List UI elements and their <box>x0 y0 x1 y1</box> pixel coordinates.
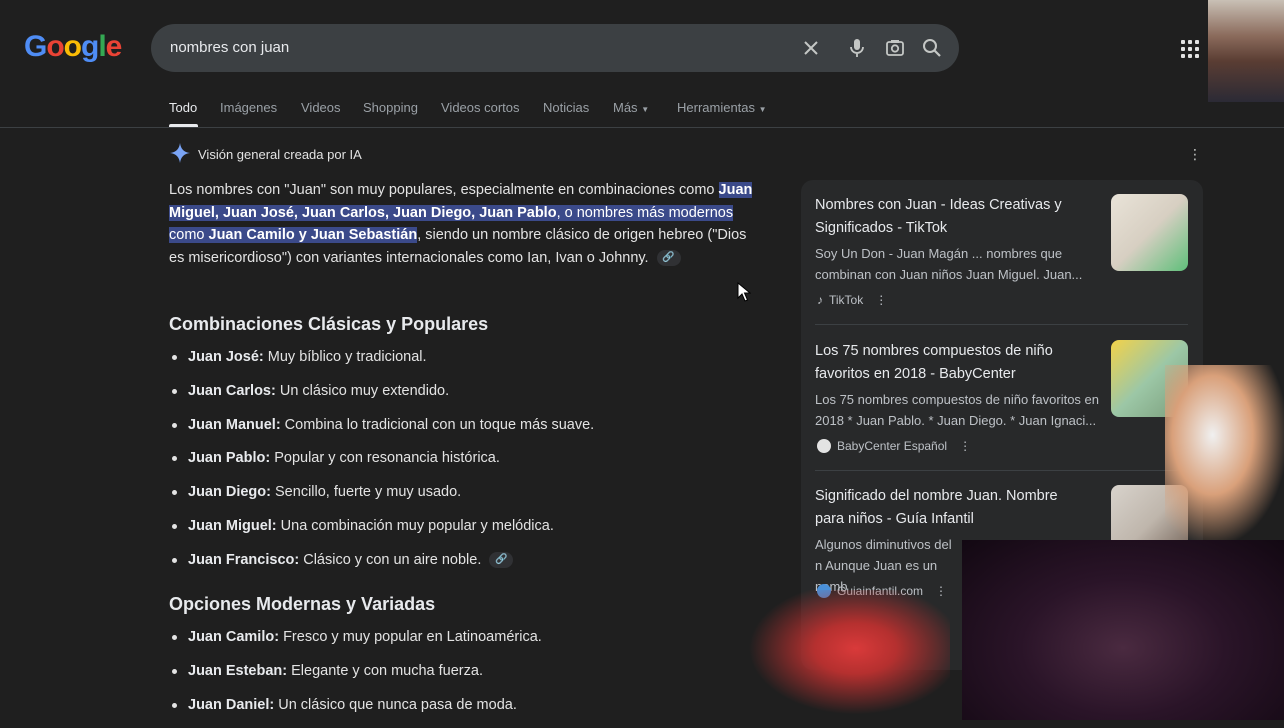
microphone-icon[interactable] <box>845 36 869 60</box>
list-item: Juan Pablo: Popular y con resonancia his… <box>169 448 759 482</box>
ai-overview-header: Visión general creada por IA <box>170 142 362 166</box>
item-desc: Sencillo, fuerte y muy usado. <box>270 484 462 501</box>
item-name: Juan Miguel: <box>188 517 277 534</box>
mouse-cursor-icon <box>737 281 752 307</box>
chevron-down-icon: ▼ <box>758 105 767 114</box>
tab-videos-cortos[interactable]: Videos cortos <box>441 100 520 115</box>
item-name: Juan José: <box>188 349 264 365</box>
source-card-title[interactable]: Nombres con Juan - Ideas Creativas y Sig… <box>815 194 1085 239</box>
ai-overview-paragraph: Los nombres con "Juan" son muy populares… <box>169 179 759 269</box>
item-name: Juan Carlos: <box>188 382 276 399</box>
source-card-snippet: Los 75 nombres compuestos de niño favori… <box>815 392 1100 428</box>
ai-overview-title: Visión general creada por IA <box>198 146 362 162</box>
google-logo[interactable]: Google <box>24 30 122 64</box>
overlay-player-sticker <box>740 590 950 720</box>
more-options-icon[interactable]: ⋮ <box>959 439 971 453</box>
tab-mas[interactable]: Más ▼ <box>613 100 649 115</box>
link-icon[interactable]: 🔗 <box>656 249 681 266</box>
card-divider <box>815 470 1188 471</box>
item-desc: Combina lo tradicional con un toque más … <box>280 416 595 433</box>
item-name: Juan Camilo: <box>188 629 280 645</box>
source-card-source[interactable]: BabyCenter Español ⋮ <box>817 439 971 453</box>
search-tabs: Todo Imágenes Videos Shopping Videos cor… <box>0 100 1284 120</box>
header-divider <box>0 127 1284 128</box>
tab-imagenes[interactable]: Imágenes <box>220 100 277 115</box>
list-item: Juan Francisco: Clásico y con un aire no… <box>169 550 759 584</box>
item-desc: Un clásico muy extendido. <box>275 382 450 399</box>
list-item: Juan José: Muy bíblico y tradicional. <box>169 347 759 381</box>
item-desc: Muy bíblico y tradicional. <box>263 349 427 365</box>
thumbnail-image[interactable] <box>1111 194 1188 271</box>
tiktok-icon: ♪ <box>817 293 823 307</box>
more-options-icon[interactable]: ⋮ <box>875 293 887 307</box>
search-icon[interactable] <box>920 36 944 60</box>
section-title-modern: Opciones Modernas y Variadas <box>169 594 436 614</box>
tab-todo[interactable]: Todo <box>169 100 197 115</box>
list-item: Juan Manuel: Combina lo tradicional con … <box>169 415 759 449</box>
item-name: Juan Manuel: <box>188 416 281 433</box>
item-name: Juan Francisco: <box>188 551 300 568</box>
source-name: BabyCenter Español <box>837 439 948 453</box>
source-name: TikTok <box>829 293 864 307</box>
item-desc: Un clásico que nunca pasa de moda. <box>274 696 517 713</box>
item-name: Juan Daniel: <box>188 696 275 713</box>
list-item: Juan Daniel: Un clásico que nunca pasa d… <box>169 695 759 728</box>
webcam-overlay <box>962 540 1284 720</box>
item-desc: Una combinación muy popular y melódica. <box>276 517 554 534</box>
item-name: Juan Pablo: <box>188 450 271 467</box>
clear-icon[interactable] <box>799 36 823 60</box>
section-title-classic: Combinaciones Clásicas y Populares <box>169 314 489 334</box>
item-desc: Fresco y muy popular en Latinoamérica. <box>279 629 542 645</box>
source-card-title[interactable]: Significado del nombre Juan. Nombre para… <box>815 485 1085 530</box>
list-item: Juan Miguel: Una combinación muy popular… <box>169 516 759 550</box>
item-name: Juan Diego: <box>188 484 271 501</box>
sparkle-icon <box>170 142 190 166</box>
source-card-snippet: Soy Un Don - Juan Magán ... nombres que … <box>815 246 1083 282</box>
card-divider <box>815 324 1188 325</box>
tab-mas-label: Más <box>613 100 638 115</box>
tab-videos[interactable]: Videos <box>301 100 341 115</box>
highlight-names-2: Juan Camilo y Juan Sebastián <box>208 227 418 243</box>
item-name: Juan Esteban: <box>188 662 288 679</box>
list-item: Juan Diego: Sencillo, fuerte y muy usado… <box>169 482 759 516</box>
classic-names-list: Juan José: Muy bíblico y tradicional. Ju… <box>169 347 759 584</box>
item-desc: Popular y con resonancia histórica. <box>270 450 500 467</box>
item-desc: Clásico y con un aire noble. <box>299 551 482 568</box>
overlay-sticker <box>1165 365 1284 540</box>
item-desc: Elegante y con mucha fuerza. <box>287 662 483 679</box>
list-item: Juan Camilo: Fresco y muy popular en Lat… <box>169 627 759 661</box>
tab-shopping[interactable]: Shopping <box>363 100 418 115</box>
babycenter-icon <box>817 439 831 453</box>
list-item: Juan Carlos: Un clásico muy extendido. <box>169 381 759 415</box>
search-input[interactable] <box>170 24 770 72</box>
apps-grid-icon[interactable] <box>1181 40 1199 58</box>
source-card-source[interactable]: ♪ TikTok ⋮ <box>817 293 887 307</box>
link-icon[interactable]: 🔗 <box>489 551 514 568</box>
tab-herramientas[interactable]: Herramientas ▼ <box>677 100 767 115</box>
modern-names-list: Juan Camilo: Fresco y muy popular en Lat… <box>169 627 759 728</box>
overlay-photo <box>1208 0 1284 102</box>
list-item: Juan Esteban: Elegante y con mucha fuerz… <box>169 661 759 695</box>
tab-noticias[interactable]: Noticias <box>543 100 589 115</box>
more-options-icon[interactable]: ⋮ <box>1188 146 1202 163</box>
chevron-down-icon: ▼ <box>641 105 650 114</box>
lens-icon[interactable] <box>883 36 907 60</box>
tab-herramientas-label: Herramientas <box>677 100 756 115</box>
search-bar[interactable] <box>151 24 959 72</box>
paragraph-intro: Los nombres con "Juan" son muy populares… <box>169 182 715 198</box>
source-card-title[interactable]: Los 75 nombres compuestos de niño favori… <box>815 340 1085 385</box>
